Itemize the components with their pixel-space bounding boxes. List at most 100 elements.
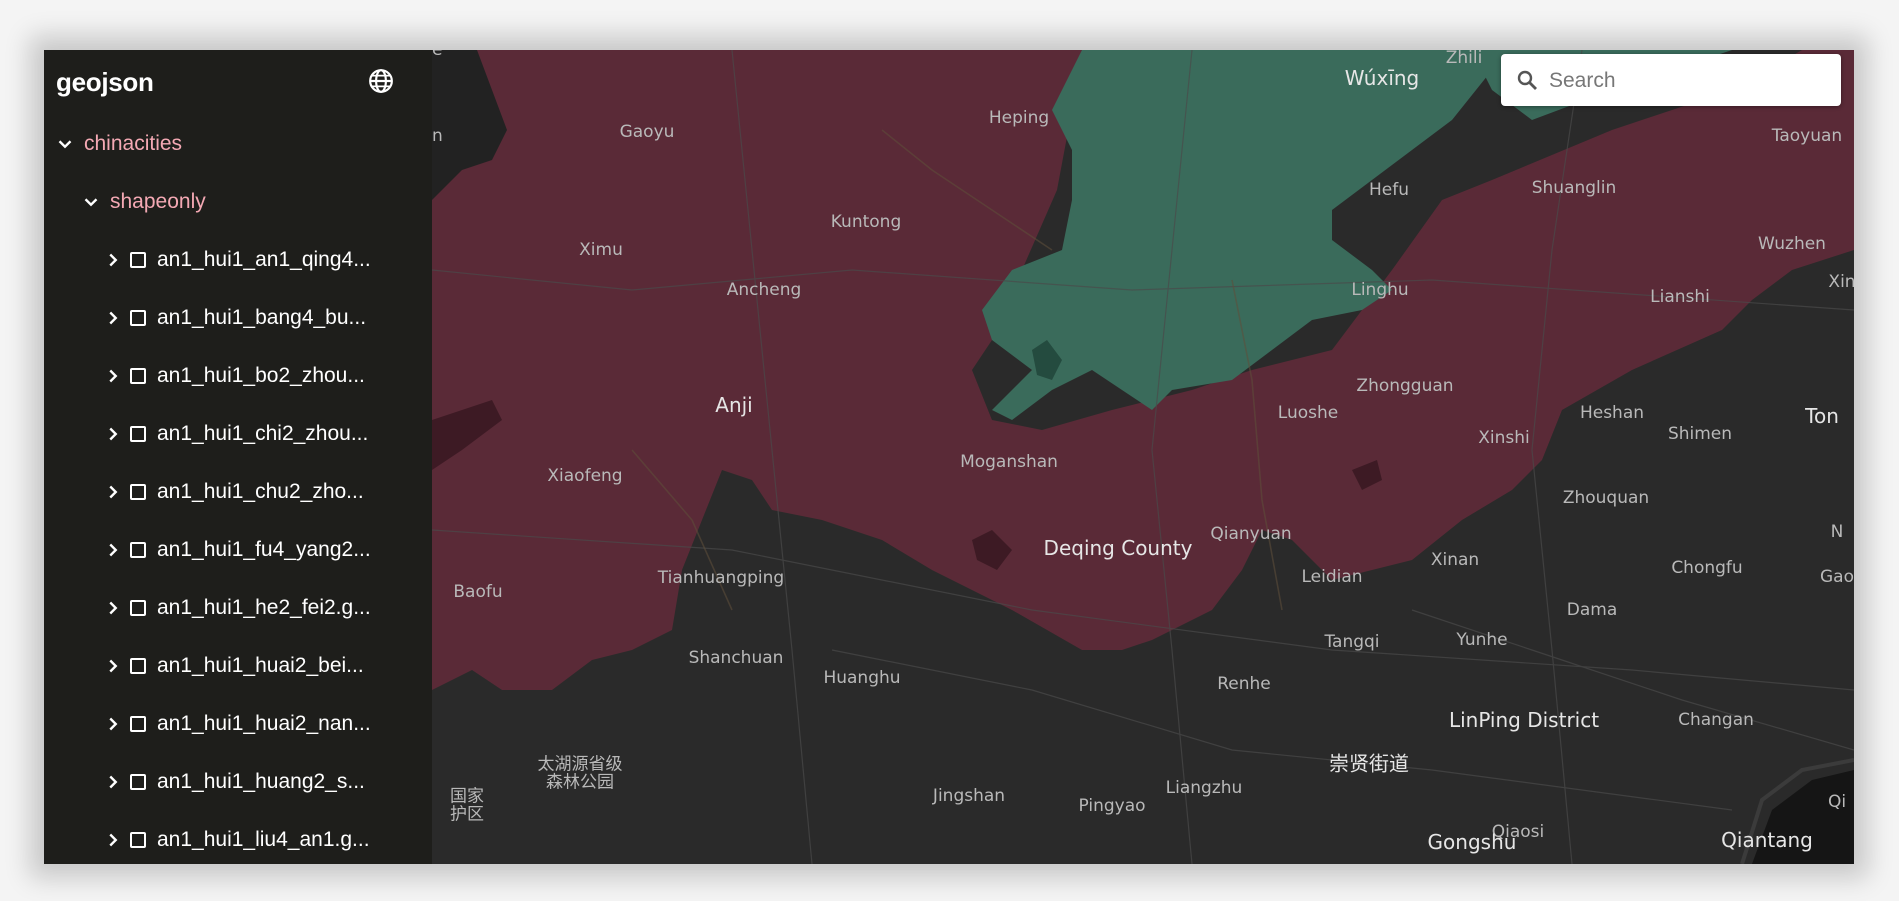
map-place-label: Taoyuan	[1771, 126, 1843, 146]
layer-checkbox[interactable]	[130, 252, 146, 268]
search-box[interactable]	[1501, 54, 1841, 106]
tree-file-label: an1_hui1_an1_qing4...	[157, 248, 371, 271]
tree-file-item[interactable]: an1_hui1_bang4_bu...	[44, 289, 432, 347]
tree-node-shapeonly[interactable]: shapeonly	[44, 173, 432, 231]
tree-file-label: an1_hui1_chu2_zho...	[157, 480, 364, 503]
map-place-label: Heping	[988, 108, 1050, 128]
tree-file-label: an1_hui1_huai2_bei...	[157, 654, 364, 677]
map-place-label: Xiaofeng	[547, 466, 623, 486]
tree-file-label: an1_hui1_he2_fei2.g...	[157, 596, 371, 619]
chevron-right-icon[interactable]	[102, 829, 124, 851]
map-place-label: Qianyuan	[1210, 524, 1292, 544]
map-place-label: Liangzhu	[1165, 778, 1243, 798]
map-place-label: Qi	[1827, 792, 1847, 812]
tree-file-item[interactable]: an1_hui1_chu2_zho...	[44, 463, 432, 521]
chevron-down-icon[interactable]	[80, 191, 102, 213]
layer-checkbox[interactable]	[130, 310, 146, 326]
map-place-label: Linghu	[1351, 280, 1409, 300]
map-place-label: Dama	[1566, 600, 1618, 620]
tree-node-label: chinacities	[84, 132, 183, 155]
layer-checkbox[interactable]	[130, 368, 146, 384]
tree-file-label: an1_hui1_chi2_zhou...	[157, 422, 369, 445]
chevron-right-icon[interactable]	[102, 365, 124, 387]
map-place-label: Chongfu	[1671, 558, 1743, 578]
tree-node-label: shapeonly	[110, 190, 206, 213]
search-input[interactable]	[1547, 62, 1831, 100]
map-place-label: 护区	[450, 804, 484, 825]
map-place-label: Renhe	[1217, 674, 1271, 694]
map-place-label: Leidian	[1301, 567, 1363, 587]
chevron-right-icon[interactable]	[102, 423, 124, 445]
map-place-label: 崇贤街道	[1329, 751, 1409, 776]
map-place-label: Luoshe	[1277, 403, 1339, 423]
map-place-label: Ancheng	[726, 280, 802, 300]
map-canvas[interactable]: Wúxīng Zhili Taoyuan Gaoyu Heping Hefu Shuangl…	[432, 50, 1854, 864]
layer-checkbox[interactable]	[130, 774, 146, 790]
map-place-label: Jingshan	[932, 786, 1006, 806]
map-place-label: Tangqi	[1324, 632, 1380, 652]
map-place-label: Shuanglin	[1531, 178, 1617, 198]
layer-checkbox[interactable]	[130, 716, 146, 732]
tree-file-item[interactable]: an1_hui1_chi2_zhou...	[44, 405, 432, 463]
tree-file-item[interactable]: an1_hui1_an1_qing4...	[44, 231, 432, 289]
map-place-label: e	[432, 50, 443, 60]
layer-sidebar: geojson chinacities shapeonly an1_hui1_a…	[44, 50, 432, 864]
map-basemap	[432, 50, 1854, 864]
map-place-label: Xin	[1828, 272, 1854, 292]
map-place-label: Ximu	[579, 240, 623, 260]
tree-file-item[interactable]: an1_hui1_huai2_nan...	[44, 695, 432, 753]
layer-checkbox[interactable]	[130, 426, 146, 442]
globe-icon[interactable]	[368, 68, 394, 94]
map-place-label: n	[432, 126, 443, 146]
app-window: geojson chinacities shapeonly an1_hui1_a…	[44, 50, 1854, 864]
map-place-label: N	[1830, 522, 1844, 542]
map-place-label: Zhouquan	[1562, 488, 1650, 508]
map-place-label: LinPing District	[1448, 708, 1600, 732]
tree-file-item[interactable]: an1_hui1_liu4_an1.g...	[44, 811, 432, 864]
map-place-label: Pingyao	[1078, 796, 1146, 816]
chevron-right-icon[interactable]	[102, 771, 124, 793]
layer-checkbox[interactable]	[130, 832, 146, 848]
tree-file-item[interactable]: an1_hui1_huai2_bei...	[44, 637, 432, 695]
map-place-label: Zhongguan	[1356, 376, 1454, 396]
tree-file-label: an1_hui1_bo2_zhou...	[157, 364, 365, 387]
chevron-right-icon[interactable]	[102, 249, 124, 271]
map-place-label: Shimen	[1667, 424, 1733, 444]
map-place-label: Gaoyu	[619, 122, 675, 142]
chevron-right-icon[interactable]	[102, 539, 124, 561]
chevron-right-icon[interactable]	[102, 481, 124, 503]
chevron-right-icon[interactable]	[102, 597, 124, 619]
map-place-label: Changan	[1678, 710, 1754, 730]
tree-file-item[interactable]: an1_hui1_he2_fei2.g...	[44, 579, 432, 637]
map-place-label: Anji	[715, 393, 753, 417]
map-place-label: Huanghu	[823, 668, 901, 688]
layer-checkbox[interactable]	[130, 484, 146, 500]
map-place-label: Kuntong	[830, 212, 902, 232]
map-place-label: Baofu	[453, 582, 503, 602]
map-place-label: Xinan	[1430, 550, 1480, 570]
map-place-label: Wúxīng	[1344, 66, 1420, 90]
map-place-label: Heshan	[1579, 403, 1645, 423]
map-place-label: Zhili	[1445, 50, 1483, 68]
chevron-right-icon[interactable]	[102, 713, 124, 735]
map-place-label: Hefu	[1368, 180, 1410, 200]
layer-checkbox[interactable]	[130, 658, 146, 674]
tree-file-item[interactable]: an1_hui1_huang2_s...	[44, 753, 432, 811]
chevron-right-icon[interactable]	[102, 655, 124, 677]
tree-file-label: an1_hui1_liu4_an1.g...	[157, 828, 370, 851]
layer-checkbox[interactable]	[130, 600, 146, 616]
chevron-right-icon[interactable]	[102, 307, 124, 329]
tree-node-chinacities[interactable]: chinacities	[44, 115, 432, 173]
map-place-label: Moganshan	[960, 452, 1058, 472]
tree-file-item[interactable]: an1_hui1_fu4_yang2...	[44, 521, 432, 579]
map-place-label: Gao	[1820, 567, 1854, 587]
search-icon	[1517, 70, 1537, 90]
tree-file-item[interactable]: an1_hui1_bo2_zhou...	[44, 347, 432, 405]
map-place-label: Tianhuangping	[657, 568, 785, 588]
layer-checkbox[interactable]	[130, 542, 146, 558]
map-place-label: Lianshi	[1650, 287, 1710, 307]
chevron-down-icon[interactable]	[54, 133, 76, 155]
map-place-label: Deqing County	[1043, 536, 1193, 560]
map-place-label: Xinshi	[1478, 428, 1530, 448]
map-place-label: Gongshu	[1427, 830, 1517, 854]
